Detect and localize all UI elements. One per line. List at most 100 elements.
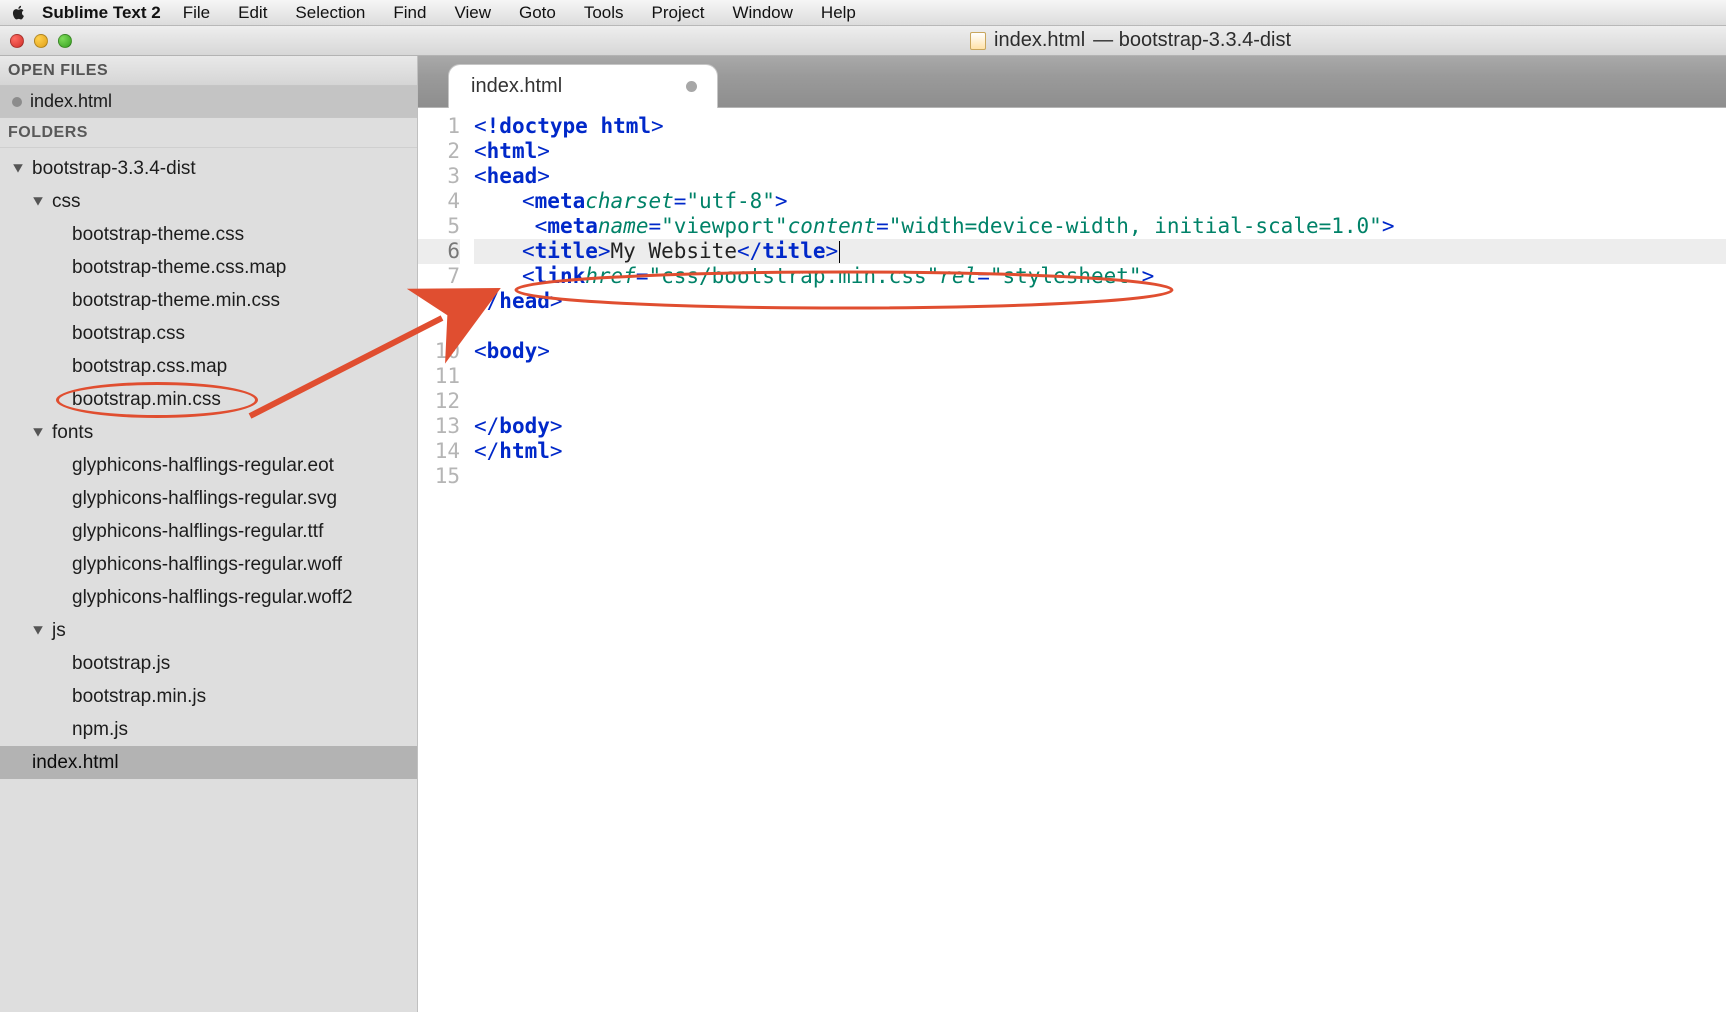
code-line: </body> <box>474 414 1726 439</box>
line-number-gutter: 123456789101112131415 <box>418 114 474 1012</box>
tree-item-label: npm.js <box>72 719 128 741</box>
zoom-window-button[interactable] <box>58 34 72 48</box>
tree-item-label: bootstrap.css.map <box>72 356 227 378</box>
tree-file[interactable]: bootstrap.min.css <box>0 383 417 416</box>
tree-item-label: fonts <box>52 422 93 444</box>
chevron-down-icon <box>12 163 26 175</box>
tab-index-html[interactable]: index.html <box>448 64 718 108</box>
folders-header: FOLDERS <box>0 118 417 148</box>
window-title-rest: — bootstrap-3.3.4-dist <box>1093 29 1291 52</box>
chevron-down-icon <box>32 196 46 208</box>
folder-tree: bootstrap-3.3.4-dist css bootstrap-theme.c… <box>0 148 417 1012</box>
code-line: <title>My Website</title> <box>474 239 1726 264</box>
tree-item-label: glyphicons-halflings-regular.svg <box>72 488 337 510</box>
code-line: <!doctype html> <box>474 114 1726 139</box>
line-number: 2 <box>418 139 460 164</box>
tree-file[interactable]: bootstrap.min.js <box>0 680 417 713</box>
tree-folder[interactable]: css <box>0 185 417 218</box>
tab-bar: index.html <box>418 56 1726 108</box>
tree-item-label: bootstrap.js <box>72 653 170 675</box>
text-cursor <box>839 241 840 263</box>
line-number: 7 <box>418 264 460 289</box>
tree-file[interactable]: glyphicons-halflings-regular.eot <box>0 449 417 482</box>
tree-item-label: bootstrap-theme.css.map <box>72 257 286 279</box>
tree-file[interactable]: bootstrap-theme.css.map <box>0 251 417 284</box>
tree-file[interactable]: glyphicons-halflings-regular.woff <box>0 548 417 581</box>
window-controls <box>10 34 72 48</box>
menu-tools[interactable]: Tools <box>584 3 624 23</box>
tree-file[interactable]: bootstrap.css.map <box>0 350 417 383</box>
menu-edit[interactable]: Edit <box>238 3 267 23</box>
line-number: 12 <box>418 389 460 414</box>
code-line: <head> <box>474 164 1726 189</box>
line-number: 13 <box>418 414 460 439</box>
tree-folder[interactable]: bootstrap-3.3.4-dist <box>0 152 417 185</box>
dirty-indicator-icon <box>12 97 22 107</box>
window-title: index.html — bootstrap-3.3.4-dist <box>970 29 1726 52</box>
code-line <box>474 314 1726 339</box>
code-line: <body> <box>474 339 1726 364</box>
code-line: <html> <box>474 139 1726 164</box>
menu-goto[interactable]: Goto <box>519 3 556 23</box>
tree-item-label: bootstrap-theme.min.css <box>72 290 280 312</box>
menu-help[interactable]: Help <box>821 3 856 23</box>
menu-view[interactable]: View <box>454 3 491 23</box>
tree-file[interactable]: bootstrap.css <box>0 317 417 350</box>
tree-item-label: bootstrap.min.js <box>72 686 206 708</box>
tree-item-label: bootstrap.min.css <box>72 389 221 411</box>
chevron-down-icon <box>32 625 46 637</box>
code-content[interactable]: <!doctype html><html><head><meta charset… <box>474 114 1726 1012</box>
line-number: 1 <box>418 114 460 139</box>
tree-file[interactable]: bootstrap-theme.css <box>0 218 417 251</box>
chevron-down-icon <box>32 427 46 439</box>
tab-dirty-indicator-icon <box>686 81 697 92</box>
tree-folder[interactable]: fonts <box>0 416 417 449</box>
tree-item-label: glyphicons-halflings-regular.woff <box>72 554 342 576</box>
line-number: 14 <box>418 439 460 464</box>
tree-file[interactable]: bootstrap-theme.min.css <box>0 284 417 317</box>
editor-area: index.html 123456789101112131415 <!docty… <box>418 56 1726 1012</box>
code-line: </html> <box>474 439 1726 464</box>
tab-label: index.html <box>471 75 562 98</box>
menu-window[interactable]: Window <box>732 3 792 23</box>
tree-file[interactable]: glyphicons-halflings-regular.ttf <box>0 515 417 548</box>
minimize-window-button[interactable] <box>34 34 48 48</box>
menu-selection[interactable]: Selection <box>295 3 365 23</box>
menu-project[interactable]: Project <box>652 3 705 23</box>
tree-file[interactable]: glyphicons-halflings-regular.woff2 <box>0 581 417 614</box>
code-line <box>474 464 1726 489</box>
tree-file[interactable]: index.html <box>0 746 417 779</box>
tree-item-label: glyphicons-halflings-regular.ttf <box>72 521 323 543</box>
apple-menu-icon[interactable] <box>10 4 28 21</box>
code-line: <meta name="viewport" content="width=dev… <box>474 214 1726 239</box>
menu-find[interactable]: Find <box>393 3 426 23</box>
open-file-name: index.html <box>30 91 112 112</box>
open-file-row[interactable]: index.html <box>0 86 417 118</box>
app-name[interactable]: Sublime Text 2 <box>42 3 161 23</box>
code-line: </head> <box>474 289 1726 314</box>
menu-file[interactable]: File <box>183 3 210 23</box>
tree-item-label: css <box>52 191 81 213</box>
line-number: 10 <box>418 339 460 364</box>
document-icon <box>970 32 986 50</box>
tree-folder[interactable]: js <box>0 614 417 647</box>
line-number: 5 <box>418 214 460 239</box>
tree-item-label: glyphicons-halflings-regular.woff2 <box>72 587 353 609</box>
line-number: 15 <box>418 464 460 489</box>
editor-body[interactable]: 123456789101112131415 <!doctype html><ht… <box>418 108 1726 1012</box>
window-title-file: index.html <box>994 29 1085 52</box>
tree-file[interactable]: npm.js <box>0 713 417 746</box>
open-files-header: OPEN FILES <box>0 56 417 86</box>
close-window-button[interactable] <box>10 34 24 48</box>
code-line: <link href="css/bootstrap.min.css" rel="… <box>474 264 1726 289</box>
tree-file[interactable]: glyphicons-halflings-regular.svg <box>0 482 417 515</box>
tree-item-label: js <box>52 620 66 642</box>
line-number: 11 <box>418 364 460 389</box>
tree-item-label: glyphicons-halflings-regular.eot <box>72 455 334 477</box>
tree-item-label: bootstrap-theme.css <box>72 224 244 246</box>
line-number: 8 <box>418 289 460 314</box>
line-number: 4 <box>418 189 460 214</box>
macos-menubar: Sublime Text 2 File Edit Selection Find … <box>0 0 1726 26</box>
line-number: 3 <box>418 164 460 189</box>
tree-file[interactable]: bootstrap.js <box>0 647 417 680</box>
